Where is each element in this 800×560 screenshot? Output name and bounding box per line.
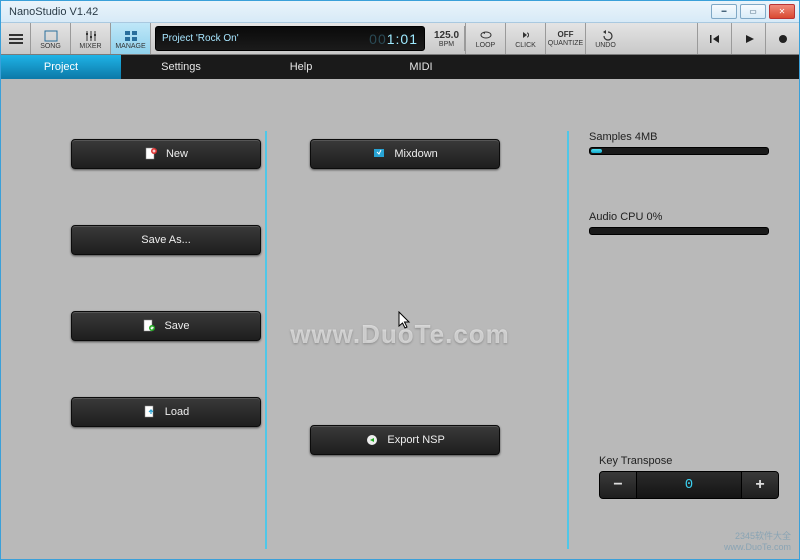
- click-button[interactable]: CLICK: [505, 23, 545, 54]
- view-buttons: SONG MIXER MANAGE: [31, 23, 151, 54]
- tab-project[interactable]: Project: [1, 55, 121, 79]
- load-button[interactable]: Load: [71, 397, 261, 427]
- song-label: SONG: [40, 43, 61, 50]
- menu-icon[interactable]: [1, 23, 31, 54]
- song-icon: [44, 30, 58, 42]
- tabs: Project Settings Help MIDI: [1, 55, 799, 79]
- play-button[interactable]: [731, 23, 765, 54]
- minimize-button[interactable]: ━: [711, 4, 737, 19]
- quantize-label: QUANTIZE: [548, 40, 583, 47]
- samples-fill: [591, 149, 602, 153]
- record-button[interactable]: [765, 23, 799, 54]
- rewind-icon: [708, 33, 722, 45]
- save-as-label: Save As...: [141, 234, 191, 246]
- bpm-value: 125.0: [434, 30, 459, 41]
- load-icon: [143, 405, 157, 419]
- audio-cpu-label: Audio CPU 0%: [589, 211, 769, 223]
- tab-midi[interactable]: MIDI: [361, 55, 481, 79]
- key-transpose-minus[interactable]: −: [600, 472, 636, 498]
- undo-label: UNDO: [595, 42, 616, 49]
- export-nsp-button[interactable]: Export NSP: [310, 425, 500, 455]
- column-left: New Save As... Save: [31, 139, 280, 529]
- divider-right: [567, 131, 569, 549]
- mixdown-icon: [372, 147, 386, 161]
- content-area: New Save As... Save: [1, 79, 799, 559]
- click-icon: [519, 29, 533, 41]
- key-transpose: Key Transpose − 0 +: [599, 455, 779, 499]
- click-label: CLICK: [515, 42, 536, 49]
- tab-settings[interactable]: Settings: [121, 55, 241, 79]
- undo-icon: [599, 29, 613, 41]
- mixer-label: MIXER: [79, 43, 101, 50]
- export-icon: [365, 433, 379, 447]
- key-transpose-value[interactable]: 0: [637, 472, 741, 498]
- audio-cpu-track: [589, 227, 769, 235]
- bpm-display[interactable]: 125.0 BPM: [429, 26, 465, 51]
- mixdown-label: Mixdown: [394, 148, 437, 160]
- mixdown-button[interactable]: Mixdown: [310, 139, 500, 169]
- key-transpose-control: − 0 +: [599, 471, 779, 499]
- undo-button[interactable]: UNDO: [585, 23, 625, 54]
- time-display: 001:01: [369, 31, 418, 47]
- save-as-button[interactable]: Save As...: [71, 225, 261, 255]
- manage-icon: [124, 30, 138, 42]
- transport: [697, 23, 799, 54]
- window-controls: ━ ▭ ✕: [711, 4, 795, 19]
- right-tools: LOOP CLICK OFF QUANTIZE UNDO: [465, 23, 625, 54]
- titlebar: NanoStudio V1.42 ━ ▭ ✕: [1, 1, 799, 23]
- save-label: Save: [164, 320, 189, 332]
- new-label: New: [166, 148, 188, 160]
- corner-watermark: 2345软件大全 www.DuoTe.com: [724, 531, 791, 553]
- manage-label: MANAGE: [115, 43, 145, 50]
- manage-button[interactable]: MANAGE: [111, 23, 151, 54]
- key-transpose-plus[interactable]: +: [742, 472, 778, 498]
- loop-icon: [479, 29, 493, 41]
- tab-help[interactable]: Help: [241, 55, 361, 79]
- key-transpose-label: Key Transpose: [599, 455, 779, 467]
- audio-cpu-meter: Audio CPU 0%: [589, 211, 769, 235]
- quantize-button[interactable]: OFF QUANTIZE: [545, 23, 585, 54]
- new-button[interactable]: New: [71, 139, 261, 169]
- mixer-button[interactable]: MIXER: [71, 23, 111, 54]
- divider-left: [265, 131, 267, 549]
- rewind-button[interactable]: [697, 23, 731, 54]
- column-right: Samples 4MB Audio CPU 0% Key Transpose: [559, 139, 769, 529]
- mixer-icon: [84, 30, 98, 42]
- loop-button[interactable]: LOOP: [465, 23, 505, 54]
- app-window: NanoStudio V1.42 ━ ▭ ✕ SONG MIXER: [0, 0, 800, 560]
- play-icon: [742, 33, 756, 45]
- close-button[interactable]: ✕: [769, 4, 795, 19]
- load-label: Load: [165, 406, 189, 418]
- quantize-state: OFF: [558, 30, 574, 39]
- song-button[interactable]: SONG: [31, 23, 71, 54]
- maximize-button[interactable]: ▭: [740, 4, 766, 19]
- bpm-label: BPM: [439, 41, 454, 48]
- samples-track: [589, 147, 769, 155]
- save-button[interactable]: Save: [71, 311, 261, 341]
- window-title: NanoStudio V1.42: [5, 6, 98, 18]
- samples-label: Samples 4MB: [589, 131, 769, 143]
- app-toolbar: SONG MIXER MANAGE Project 'Rock On' 001:…: [1, 23, 799, 55]
- column-middle: Mixdown Export NSP: [280, 139, 559, 529]
- loop-label: LOOP: [476, 42, 495, 49]
- project-lcd: Project 'Rock On' 001:01: [155, 26, 425, 51]
- new-icon: [144, 147, 158, 161]
- samples-meter: Samples 4MB: [589, 131, 769, 155]
- record-icon: [776, 33, 790, 45]
- export-label: Export NSP: [387, 434, 444, 446]
- project-name: Project 'Rock On': [162, 33, 239, 44]
- save-icon: [142, 319, 156, 333]
